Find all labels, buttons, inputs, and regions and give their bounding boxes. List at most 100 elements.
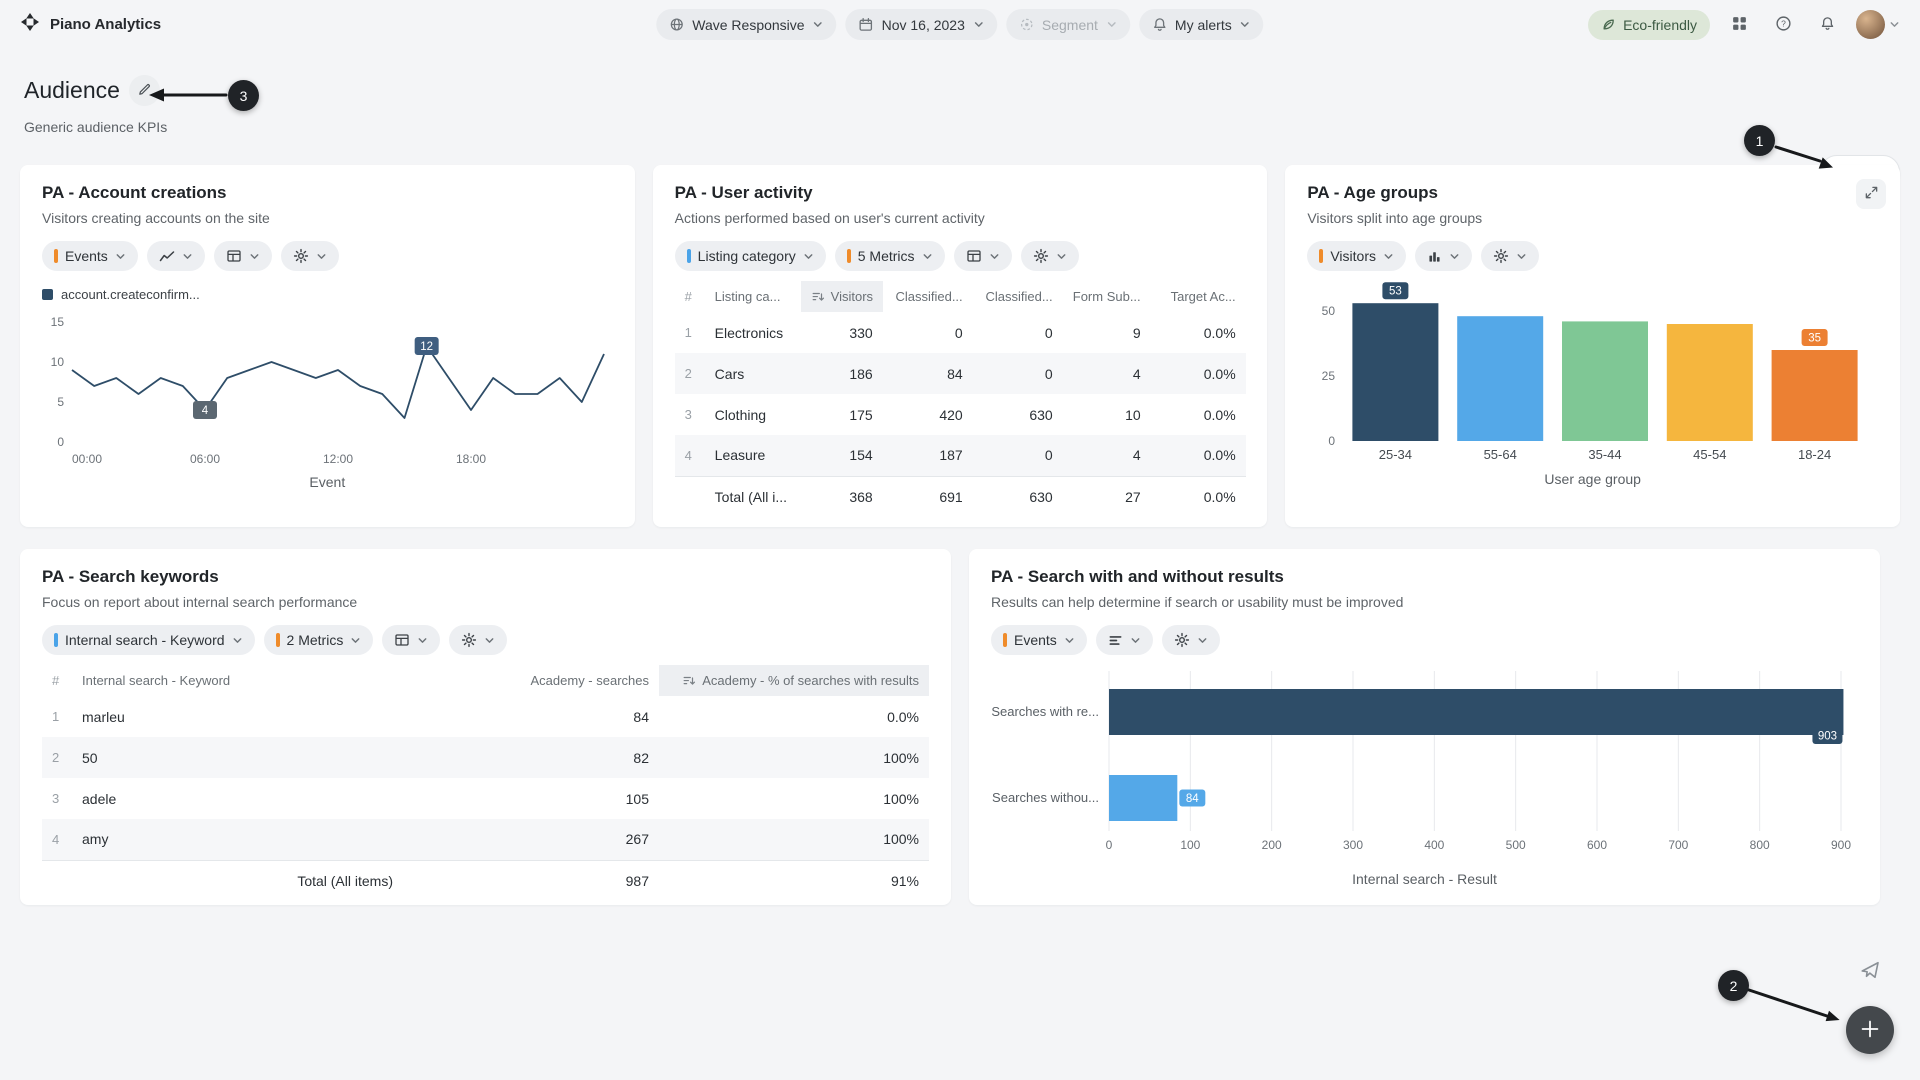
- display-options-chip[interactable]: [382, 625, 440, 655]
- table-cell: 100%: [659, 819, 929, 860]
- table-cell: 0.0%: [1151, 353, 1246, 394]
- user-menu[interactable]: [1856, 10, 1900, 39]
- card-title: PA - Search with and without results: [991, 567, 1858, 587]
- chevron-down-icon: [813, 19, 824, 30]
- table-cell: 630: [973, 476, 1063, 517]
- date-picker[interactable]: Nov 16, 2023: [846, 9, 997, 40]
- table-cell: 84: [439, 696, 659, 737]
- table-row: 4Leasure154187040.0%: [675, 435, 1246, 476]
- alerts-picker[interactable]: My alerts: [1139, 9, 1264, 40]
- column-header[interactable]: Form Sub...: [1063, 281, 1151, 312]
- card-subtitle: Focus on report about internal search pe…: [42, 594, 929, 610]
- dimension-chip-listing-category[interactable]: Listing category: [675, 241, 826, 271]
- chart-type-chip[interactable]: [1096, 625, 1153, 655]
- table-cell: 27: [1063, 476, 1151, 517]
- table-icon: [966, 248, 982, 264]
- card-search-keywords: PA - Search keywords Focus on report abo…: [20, 549, 951, 905]
- table-cell: 105: [439, 778, 659, 819]
- svg-text:900: 900: [1831, 838, 1851, 852]
- column-header[interactable]: Listing ca...: [705, 281, 801, 312]
- display-options-chip[interactable]: [954, 241, 1012, 271]
- table-cell: Leasure: [705, 435, 801, 476]
- display-options-chip[interactable]: [214, 241, 272, 271]
- column-header[interactable]: #: [675, 281, 705, 312]
- chevron-down-icon: [316, 251, 327, 262]
- plus-icon: [1859, 1018, 1881, 1043]
- expand-button[interactable]: [1856, 179, 1886, 209]
- dimension-chip-events[interactable]: Events: [991, 625, 1087, 655]
- svg-text:100: 100: [1180, 838, 1200, 852]
- table-cell: [42, 860, 72, 901]
- gear-icon: [293, 248, 309, 264]
- column-header[interactable]: Internal search - Keyword: [72, 665, 439, 696]
- card-title: PA - Age groups: [1307, 183, 1878, 203]
- settings-chip[interactable]: [1021, 241, 1079, 271]
- dashboard: PA - Account creations Visitors creating…: [0, 165, 1920, 905]
- table-cell: 0.0%: [1151, 394, 1246, 435]
- svg-text:53: 53: [1389, 286, 1402, 298]
- column-header[interactable]: #: [42, 665, 72, 696]
- column-header[interactable]: Academy - % of searches with results: [659, 665, 929, 696]
- metric-chip-visitors[interactable]: Visitors: [1307, 241, 1406, 271]
- apps-grid-button[interactable]: [1724, 10, 1754, 40]
- table-cell: 0: [973, 353, 1063, 394]
- svg-text:55-64: 55-64: [1484, 447, 1517, 462]
- sort-icon: [811, 290, 825, 304]
- column-header[interactable]: Target Ac...: [1151, 281, 1246, 312]
- assistant-button[interactable]: [1855, 956, 1885, 986]
- chevron-down-icon: [1106, 19, 1117, 30]
- edit-title-button[interactable]: [129, 75, 160, 106]
- table-cell: 2: [675, 353, 705, 394]
- alerts-picker-label: My alerts: [1175, 17, 1232, 33]
- x-axis-label: Internal search - Result: [991, 871, 1858, 887]
- eco-friendly-badge[interactable]: Eco-friendly: [1588, 10, 1710, 40]
- table-row: 1Electronics3300090.0%: [675, 312, 1246, 353]
- table-row: 4amy267100%: [42, 819, 929, 860]
- help-button[interactable]: ?: [1768, 10, 1798, 40]
- card-subtitle: Results can help determine if search or …: [991, 594, 1858, 610]
- user-activity-table: #Listing ca...VisitorsClassified...Class…: [675, 281, 1246, 517]
- line-chart: 05101500:0006:0012:0018:00412: [42, 312, 612, 470]
- piano-analytics-logo[interactable]: [20, 12, 40, 37]
- chevron-down-icon: [922, 251, 933, 262]
- table-cell: 100%: [659, 778, 929, 819]
- svg-text:18-24: 18-24: [1798, 447, 1831, 462]
- site-picker[interactable]: Wave Responsive: [656, 9, 836, 40]
- column-header[interactable]: Academy - searches: [439, 665, 659, 696]
- svg-text:12:00: 12:00: [323, 452, 353, 466]
- chart-type-chip[interactable]: [1415, 241, 1472, 271]
- dimension-chip-keyword[interactable]: Internal search - Keyword: [42, 625, 255, 655]
- column-header[interactable]: Classified...: [973, 281, 1063, 312]
- help-icon: ?: [1775, 15, 1792, 35]
- table-row: 25082100%: [42, 737, 929, 778]
- metrics-chip[interactable]: 5 Metrics: [835, 241, 945, 271]
- column-header[interactable]: Visitors: [801, 281, 883, 312]
- settings-chip[interactable]: [449, 625, 507, 655]
- segment-icon: [1019, 17, 1034, 32]
- table-cell: 987: [439, 860, 659, 901]
- card-user-activity: PA - User activity Actions performed bas…: [653, 165, 1268, 527]
- settings-chip[interactable]: [1162, 625, 1220, 655]
- data-table: #Listing ca...VisitorsClassified...Class…: [675, 281, 1246, 517]
- settings-chip[interactable]: [1481, 241, 1539, 271]
- sort-icon: [682, 674, 696, 688]
- chevron-down-icon: [1383, 251, 1394, 262]
- metrics-chip[interactable]: 2 Metrics: [264, 625, 374, 655]
- table-cell: 0.0%: [1151, 435, 1246, 476]
- svg-text:45-54: 45-54: [1694, 447, 1727, 462]
- card-age-groups: PA - Age groups Visitors split into age …: [1285, 165, 1900, 527]
- settings-chip[interactable]: [281, 241, 339, 271]
- column-header[interactable]: Classified...: [883, 281, 973, 312]
- segment-picker[interactable]: Segment: [1006, 9, 1130, 40]
- add-report-fab[interactable]: [1846, 1006, 1894, 1054]
- metric-color-bar: [1003, 633, 1007, 647]
- notifications-button[interactable]: [1812, 10, 1842, 40]
- chevron-down-icon: [1889, 19, 1900, 30]
- svg-text:00:00: 00:00: [72, 452, 102, 466]
- gear-icon: [1493, 248, 1509, 264]
- dimension-chip-events[interactable]: Events: [42, 241, 138, 271]
- dimension-color-bar: [54, 633, 58, 647]
- chart-type-chip[interactable]: [147, 241, 205, 271]
- line-chart-icon: [159, 249, 175, 264]
- search-keywords-table: #Internal search - KeywordAcademy - sear…: [42, 665, 929, 901]
